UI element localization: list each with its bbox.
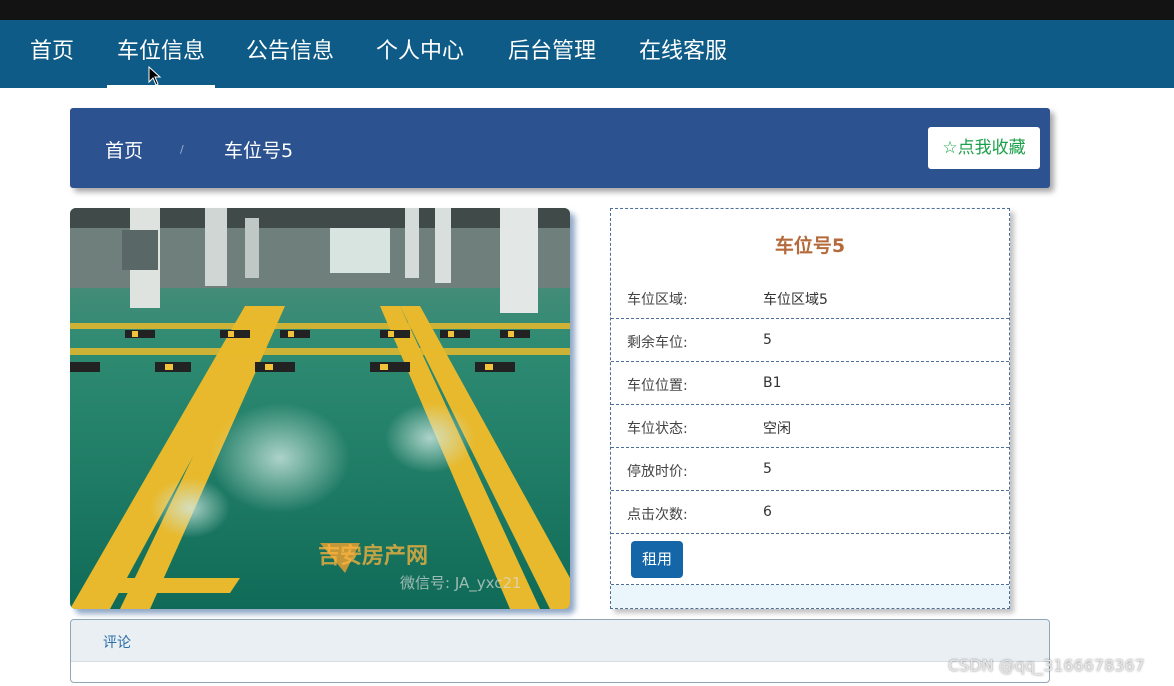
detail-value: 空闲 <box>763 421 791 437</box>
favorite-button[interactable]: ☆点我收藏 <box>928 127 1040 169</box>
detail-label: 点击次数: <box>627 507 688 523</box>
corner-watermark: CSDN @qq_3166678367 <box>948 656 1145 675</box>
detail-label: 车位状态: <box>627 421 688 437</box>
mouse-cursor-icon <box>148 66 162 86</box>
parking-detail-panel: 车位号5 车位区域: 车位区域5 剩余车位: 5 车位位置: B1 车位状态: … <box>610 208 1010 609</box>
detail-value: B1 <box>763 375 782 391</box>
detail-row-status: 车位状态: 空闲 <box>611 405 1009 448</box>
detail-title: 车位号5 <box>774 235 846 257</box>
detail-label: 停放时价: <box>627 464 688 480</box>
breadcrumb-current: 车位号5 <box>224 140 294 162</box>
comments-title: 评论 <box>103 635 131 651</box>
nav-item-personal-center[interactable]: 个人中心 <box>376 20 464 88</box>
comments-panel: 评论 <box>70 619 1050 683</box>
comments-header: 评论 <box>71 620 1049 662</box>
detail-row-area: 车位区域: 车位区域5 <box>611 276 1009 319</box>
detail-label: 剩余车位: <box>627 335 688 351</box>
nav-item-admin[interactable]: 后台管理 <box>508 20 596 88</box>
detail-value: 5 <box>763 461 772 477</box>
main-nav: 首页 车位信息 公告信息 个人中心 后台管理 在线客服 <box>0 20 1174 88</box>
rent-button[interactable]: 租用 <box>631 541 683 578</box>
breadcrumb-separator: / <box>180 143 184 156</box>
detail-row-price: 停放时价: 5 <box>611 448 1009 491</box>
nav-item-home[interactable]: 首页 <box>30 20 74 88</box>
detail-row-location: 车位位置: B1 <box>611 362 1009 405</box>
window-top-bar <box>0 0 1174 20</box>
detail-row-remaining: 剩余车位: 5 <box>611 319 1009 362</box>
photo-watermark: 吉安房产网 <box>318 544 429 569</box>
detail-row-clicks: 点击次数: 6 <box>611 491 1009 534</box>
detail-label: 车位位置: <box>627 378 688 394</box>
photo-watermark-wechat: 微信号: JA_yxc21 <box>400 574 522 592</box>
nav-item-customer-service[interactable]: 在线客服 <box>639 20 727 88</box>
detail-value: 6 <box>763 504 772 520</box>
detail-value: 5 <box>763 332 772 348</box>
detail-value: 车位区域5 <box>763 292 828 308</box>
breadcrumb-bar: 首页 / 车位号5 ☆点我收藏 <box>70 108 1050 188</box>
parking-space-photo: 吉安房产网 微信号: JA_yxc21 <box>70 208 570 609</box>
nav-item-announcements[interactable]: 公告信息 <box>246 20 334 88</box>
breadcrumb-home[interactable]: 首页 <box>105 136 143 163</box>
detail-label: 车位区域: <box>627 292 688 308</box>
detail-panel-footer <box>611 585 1009 608</box>
